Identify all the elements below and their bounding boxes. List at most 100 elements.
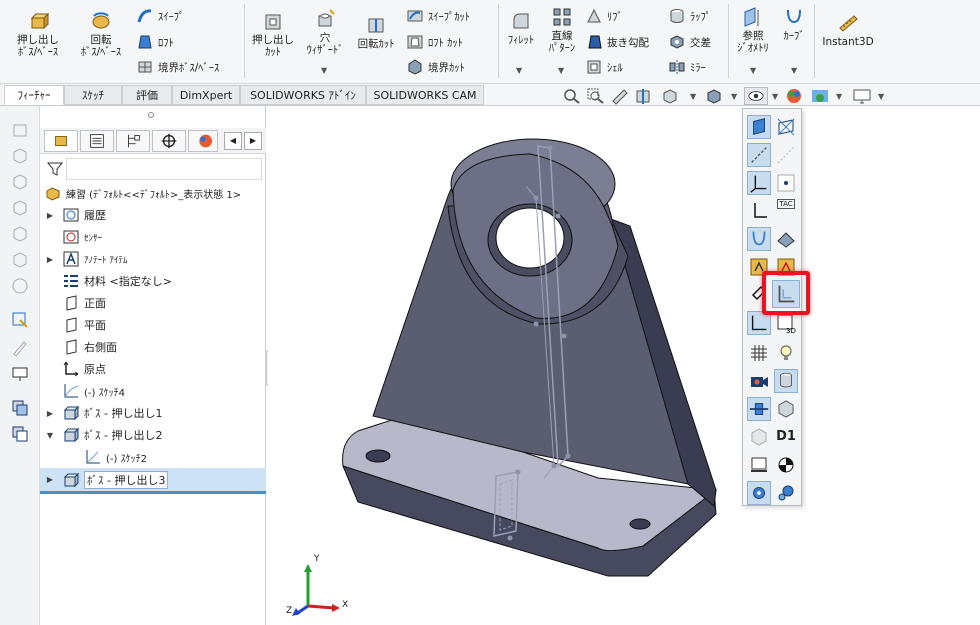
view-cameras-icon[interactable] <box>747 369 771 393</box>
scroll-left-arrow[interactable]: ◀ <box>224 132 242 150</box>
cube-outline-icon[interactable] <box>10 198 30 218</box>
edit-tool-icon[interactable] <box>10 338 30 358</box>
view-planes-icon[interactable] <box>747 115 771 139</box>
tree-item-history[interactable]: ▶ 履歴 <box>40 204 266 226</box>
cube-outline-icon[interactable] <box>10 172 30 192</box>
expand-arrow[interactable]: ▶ <box>44 475 56 484</box>
tab-solidworks-addins[interactable]: SOLIDWORKS ｱﾄﾞｲﾝ <box>240 85 366 105</box>
tree-root-part[interactable]: 練習 (ﾃﾞﾌｫﾙﾄ<<ﾃﾞﾌｫﾙﾄ>_表示状態 1> <box>40 182 266 204</box>
revolve-cut-button[interactable]: 回転ｶｯﾄ <box>352 14 400 50</box>
extrude-preview-icon[interactable] <box>10 120 30 140</box>
property-manager-tab-icon[interactable] <box>80 130 114 152</box>
tree-item-boss-extrude2[interactable]: ▼ ﾎﾞｽ - 押し出し2 <box>40 424 266 446</box>
display-manager-tab-icon[interactable] <box>188 130 218 152</box>
linear-pattern-dropdown[interactable]: ▼ <box>558 66 564 75</box>
view-axes-icon[interactable] <box>747 143 771 167</box>
view-grid-icon[interactable] <box>747 341 771 365</box>
tree-item-sensors[interactable]: ｾﾝｻｰ <box>40 226 266 248</box>
copy-icon[interactable] <box>10 398 30 418</box>
view-all-types-icon[interactable] <box>774 481 798 505</box>
view-points-icon[interactable] <box>774 171 798 195</box>
fillet-dropdown[interactable]: ▼ <box>516 66 522 75</box>
sweep-button[interactable]: ｽｲｰﾌﾟ <box>136 6 184 26</box>
cube-outline-icon[interactable] <box>10 146 30 166</box>
boundary-cut-button[interactable]: 境界ｶｯﾄ <box>406 57 465 77</box>
tab-evaluate[interactable]: 評価 <box>122 85 172 105</box>
tab-features[interactable]: ﾌｨｰﾁｬｰ <box>4 85 64 105</box>
view-weld-beads-icon[interactable] <box>747 397 771 421</box>
view-curves-icon[interactable] <box>747 227 771 251</box>
tree-item-boss-extrude1[interactable]: ▶ ﾎﾞｽ - 押し出し1 <box>40 402 266 424</box>
cube-outline-icon[interactable] <box>10 224 30 244</box>
view-axes-planes-icon[interactable] <box>774 115 798 139</box>
tree-item-right-plane[interactable]: 右側面 <box>40 336 266 358</box>
extrude-boss-button[interactable]: 押し出し ﾎﾞｽ/ﾍﾞｰｽ <box>8 10 68 58</box>
view-decals-icon[interactable] <box>774 369 798 393</box>
linear-pattern-button[interactable]: 直線 ﾊﾟﾀｰﾝ <box>542 6 582 54</box>
zoom-to-area-icon[interactable] <box>586 87 606 105</box>
sphere-outline-icon[interactable] <box>10 276 30 296</box>
feature-tree-tab-icon[interactable] <box>44 130 78 152</box>
tree-item-front-plane[interactable]: 正面 <box>40 292 266 314</box>
edit-appearance-icon[interactable] <box>784 87 804 105</box>
tree-item-sketch2[interactable]: (-) ｽｹｯﾁ2 <box>40 446 266 468</box>
reference-geometry-button[interactable]: 参照 ｼﾞｵﾒﾄﾘ <box>732 6 774 54</box>
tree-item-boss-extrude3[interactable]: ▶ ﾎﾞｽ - 押し出し3 <box>40 468 266 494</box>
extrude-cut-button[interactable]: 押し出し ｶｯﾄ <box>248 10 298 58</box>
loft-cut-button[interactable]: ﾛﾌﾄ ｶｯﾄ <box>406 32 463 52</box>
scroll-right-arrow[interactable]: ▶ <box>244 132 262 150</box>
expand-arrow[interactable]: ▶ <box>44 255 56 264</box>
display-style-dropdown[interactable]: ▼ <box>731 92 737 101</box>
view-origins-icon[interactable] <box>747 171 771 195</box>
loft-button[interactable]: ﾛﾌﾄ <box>136 32 174 52</box>
tree-item-sketch4[interactable]: (-) ｽｹｯﾁ4 <box>40 380 266 402</box>
tree-item-material[interactable]: 材料 <指定なし> <box>40 270 266 292</box>
tab-sketch[interactable]: ｽｹｯﾁ <box>64 85 122 105</box>
wrap-button[interactable]: ﾗｯﾌﾟ <box>668 6 711 26</box>
configuration-manager-tab-icon[interactable] <box>116 130 150 152</box>
view-routing-points-icon[interactable] <box>747 425 771 449</box>
view-orientation-dropdown[interactable]: ▼ <box>690 92 696 101</box>
view-sketch-text-icon[interactable] <box>747 453 771 477</box>
expand-arrow[interactable]: ▶ <box>44 409 56 418</box>
intersect-button[interactable]: 交差 <box>668 32 711 52</box>
display-style-icon[interactable] <box>704 87 724 105</box>
view-temporary-axes-icon[interactable] <box>774 143 798 167</box>
view-gear-settings-icon[interactable] <box>747 481 771 505</box>
section-view-icon[interactable] <box>634 87 654 105</box>
graphics-area[interactable]: Y X Z <box>268 106 980 625</box>
bracket-part-model[interactable] <box>268 106 980 625</box>
rib-button[interactable]: ﾘﾌﾞ <box>585 6 623 26</box>
view-dimension-names[interactable]: TAC <box>774 199 798 223</box>
draft-button[interactable]: 抜き勾配 <box>585 32 649 52</box>
view-dimension-display[interactable]: D1 <box>774 425 798 449</box>
expand-arrow[interactable]: ▶ <box>44 211 56 220</box>
view-coordinate-systems-icon[interactable] <box>747 199 771 223</box>
revolve-boss-button[interactable]: 回転 ﾎﾞｽ/ﾍﾞｰｽ <box>72 10 130 58</box>
panel-grip[interactable] <box>148 112 154 118</box>
select-tool-icon[interactable] <box>10 310 30 330</box>
tree-item-origin[interactable]: 原点 <box>40 358 266 380</box>
filter-field[interactable] <box>66 158 262 180</box>
reference-geometry-dropdown[interactable]: ▼ <box>750 66 756 75</box>
view-settings-dropdown[interactable]: ▼ <box>878 92 884 101</box>
view-orientation-icon[interactable] <box>660 87 680 105</box>
fillet-button[interactable]: ﾌｨﾚｯﾄ <box>502 10 540 46</box>
view-center-of-mass-icon[interactable] <box>774 453 798 477</box>
view-parting-lines-icon[interactable] <box>774 227 798 251</box>
curves-button[interactable]: ｶｰﾌﾞ <box>776 6 812 42</box>
zoom-to-fit-icon[interactable] <box>562 87 582 105</box>
apply-scene-icon[interactable] <box>810 87 830 105</box>
view-settings-icon[interactable] <box>852 87 872 105</box>
dimxpert-manager-tab-icon[interactable] <box>152 130 186 152</box>
paste-icon[interactable] <box>10 424 30 444</box>
filter-icon[interactable] <box>46 160 64 178</box>
collapse-arrow[interactable]: ▼ <box>44 431 56 440</box>
hide-show-items-dropdown[interactable]: ▼ <box>772 92 778 101</box>
hide-show-items-icon[interactable] <box>744 87 768 105</box>
hole-wizard-button[interactable]: 穴 ｳｨｻﾞｰﾄﾞ <box>300 8 350 56</box>
curves-dropdown[interactable]: ▼ <box>791 66 797 75</box>
tree-item-annotations[interactable]: ▶ ｱﾉﾃｰﾄ ｱｲﾃﾑ <box>40 248 266 270</box>
tab-solidworks-cam[interactable]: SOLIDWORKS CAM <box>366 85 484 105</box>
view-sketch-planes-highlighted-icon[interactable] <box>772 280 800 308</box>
